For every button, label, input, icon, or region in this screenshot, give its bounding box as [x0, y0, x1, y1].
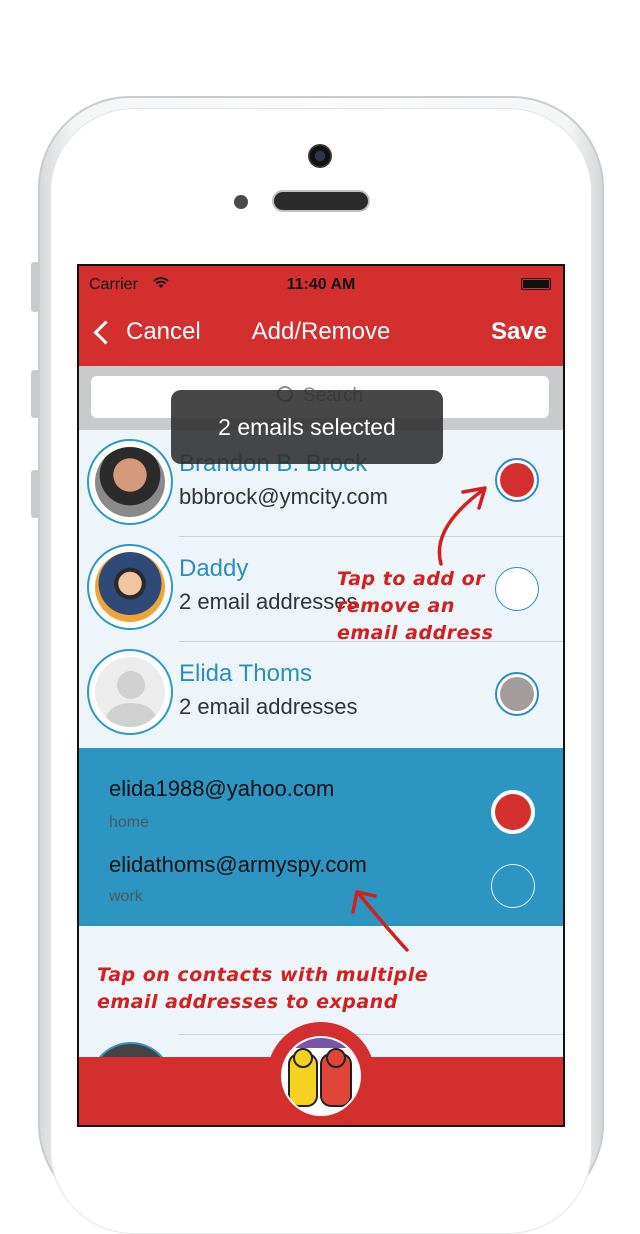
avatar-photo	[95, 447, 165, 517]
clock: 11:40 AM	[286, 276, 356, 293]
contact-name: Elida Thoms	[179, 660, 312, 687]
email-label: home	[109, 814, 150, 831]
proximity-sensor	[234, 195, 248, 209]
expanded-email-list: elida1988@yahoo.com home elidathoms@army…	[79, 748, 563, 926]
annotation-line: email address	[337, 622, 494, 644]
avatar	[87, 544, 173, 630]
annotation-line: remove an	[337, 595, 455, 617]
save-button[interactable]: Save	[491, 318, 547, 346]
email-address[interactable]: elidathoms@armyspy.com	[109, 852, 367, 878]
nav-bar: Cancel Add/Remove Save	[79, 312, 563, 356]
avatar	[87, 439, 173, 525]
annotation-line: Tap to add or	[337, 568, 486, 590]
contact-name: Daddy	[179, 555, 249, 582]
avatar-placeholder	[95, 657, 165, 727]
app-screen: Carrier 11:40 AM Cancel Add/Remove Save …	[77, 264, 565, 1127]
buddies-logo-icon	[283, 1038, 359, 1114]
row-divider	[179, 1034, 563, 1035]
select-toggle[interactable]	[495, 458, 539, 502]
select-toggle[interactable]	[495, 567, 539, 611]
contact-detail: bbbrock@ymcity.com	[179, 484, 388, 509]
battery-icon	[521, 278, 551, 290]
select-email-toggle[interactable]	[491, 790, 535, 834]
app-logo-image	[281, 1036, 361, 1116]
select-email-toggle[interactable]	[491, 864, 535, 908]
person-silhouette-icon	[103, 671, 159, 727]
annotation-add-remove: Tap to add or remove an email address	[337, 566, 494, 647]
front-camera	[308, 144, 332, 168]
annotation-line: email addresses to expand	[97, 991, 398, 1013]
email-address[interactable]: elida1988@yahoo.com	[109, 776, 334, 802]
status-bar: Carrier 11:40 AM	[79, 274, 563, 298]
selection-toast: 2 emails selected	[171, 390, 443, 464]
select-toggle[interactable]	[495, 672, 539, 716]
contact-detail: 2 email addresses	[179, 589, 358, 614]
annotation-line: Tap on contacts with multiple	[97, 964, 429, 986]
app-header: Carrier 11:40 AM Cancel Add/Remove Save	[79, 266, 563, 366]
contact-detail: 2 email addresses	[179, 694, 358, 719]
email-label: work	[109, 888, 143, 905]
contact-row[interactable]: Elida Thoms 2 email addresses	[79, 642, 563, 747]
arrow-icon	[437, 486, 487, 566]
avatar-photo	[95, 552, 165, 622]
app-badge[interactable]	[267, 1022, 375, 1125]
arrow-icon	[351, 890, 409, 952]
annotation-expand: Tap on contacts with multiple email addr…	[97, 962, 428, 1016]
earpiece-speaker	[272, 190, 370, 212]
avatar	[87, 649, 173, 735]
